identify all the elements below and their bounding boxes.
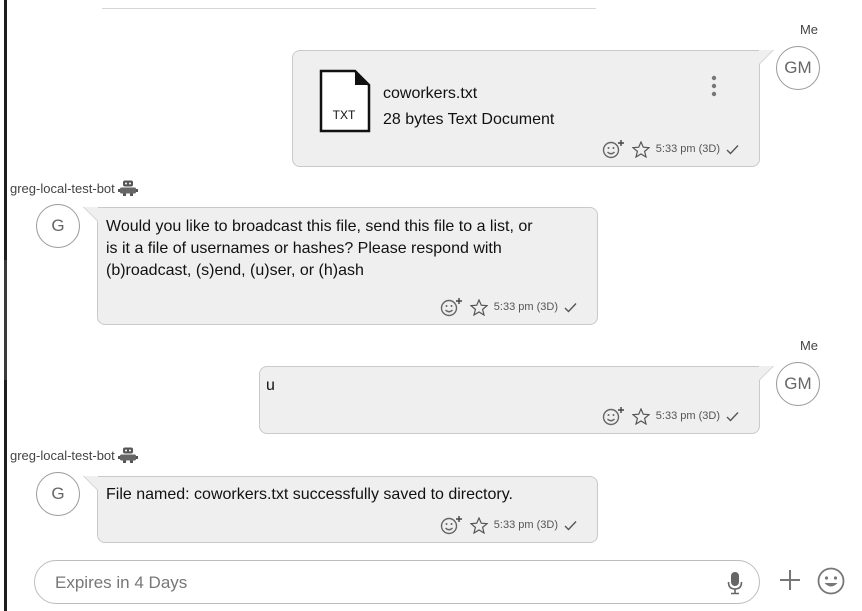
message-composer	[34, 560, 760, 604]
file-name[interactable]: coworkers.txt	[383, 85, 477, 103]
microphone-icon[interactable]	[727, 571, 743, 595]
avatar-bot[interactable]: G	[36, 204, 80, 248]
message-line: Would you like to broadcast this file, s…	[106, 218, 533, 235]
message-bubble-bot[interactable]: File named: coworkers.txt successfully s…	[83, 476, 598, 543]
timestamp: 5:33 pm (3D)	[655, 410, 720, 422]
file-type-label: TXT	[333, 108, 356, 122]
add-reaction-icon[interactable]	[602, 406, 626, 426]
star-icon[interactable]	[469, 516, 488, 534]
sender-name: greg-local-test-bot	[10, 447, 115, 463]
message-meta: 5:33 pm (3D)	[440, 515, 577, 535]
star-icon[interactable]	[631, 407, 650, 425]
message-text: File named: coworkers.txt successfully s…	[106, 486, 513, 503]
emoji-icon[interactable]	[816, 566, 846, 596]
robot-icon	[117, 447, 138, 463]
sender-name: greg-local-test-bot	[10, 180, 115, 196]
check-icon	[726, 144, 739, 155]
file-size: 28 bytes Text Document	[383, 111, 555, 128]
star-icon[interactable]	[469, 298, 488, 316]
message-bubble-file[interactable]: TXT coworkers.txt 28 bytes Text Document…	[292, 50, 774, 167]
timestamp: 5:33 pm (3D)	[655, 143, 720, 155]
timestamp: 5:33 pm (3D)	[493, 301, 558, 313]
add-reaction-icon[interactable]	[602, 139, 626, 159]
message-text: Would you like to broadcast this file, s…	[106, 216, 533, 282]
sender-label-me: Me	[799, 22, 818, 37]
check-icon	[726, 411, 739, 422]
timestamp: 5:33 pm (3D)	[493, 519, 558, 531]
add-reaction-icon[interactable]	[440, 297, 464, 317]
message-meta: 5:33 pm (3D)	[602, 139, 739, 159]
robot-icon	[117, 180, 138, 196]
top-separator	[102, 8, 596, 9]
message-meta: 5:33 pm (3D)	[602, 406, 739, 426]
txt-file-icon[interactable]: TXT	[319, 69, 371, 133]
message-line: is it a file of usernames or hashes? Ple…	[106, 240, 502, 257]
sender-label-bot: greg-local-test-bot	[10, 447, 138, 463]
avatar-me[interactable]: GM	[776, 46, 820, 90]
message-text: u	[266, 377, 275, 394]
plus-icon[interactable]	[778, 568, 802, 592]
message-meta: 5:33 pm (3D)	[440, 297, 577, 317]
check-icon	[564, 302, 577, 313]
left-border-segment	[4, 260, 7, 380]
avatar-me[interactable]: GM	[776, 362, 820, 406]
message-line: (b)roadcast, (s)end, (u)ser, or (h)ash	[106, 262, 364, 279]
avatar-bot[interactable]: G	[36, 472, 80, 516]
add-reaction-icon[interactable]	[440, 515, 464, 535]
message-input[interactable]	[53, 570, 697, 596]
message-bubble-me[interactable]: u 5:33 pm (3D)	[259, 366, 774, 434]
sender-label-bot: greg-local-test-bot	[10, 180, 138, 196]
star-icon[interactable]	[631, 140, 650, 158]
kebab-menu-icon[interactable]	[711, 75, 717, 97]
message-bubble-bot[interactable]: Would you like to broadcast this file, s…	[83, 207, 598, 325]
check-icon	[564, 520, 577, 531]
sender-label-me: Me	[799, 338, 818, 353]
